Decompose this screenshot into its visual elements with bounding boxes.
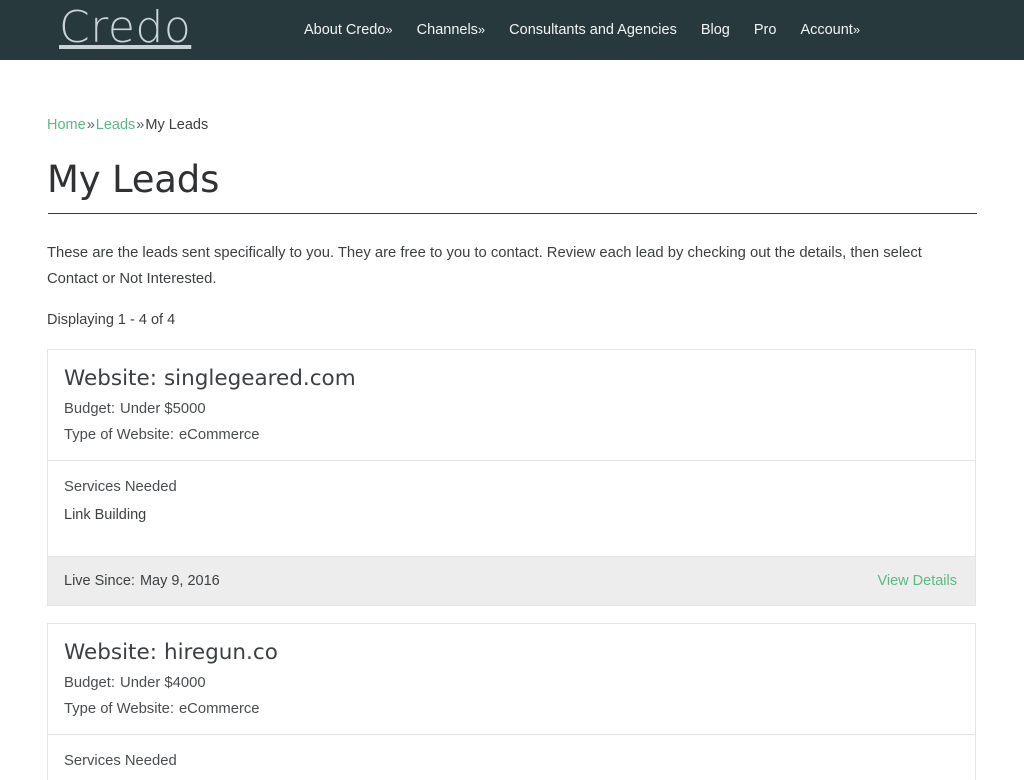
lead-card: Website: hiregun.co Budget: Under $4000 Ty… bbox=[47, 623, 976, 780]
type-of-website-value: eCommerce bbox=[178, 701, 260, 717]
live-since: Live Since: May 9, 2016 bbox=[64, 570, 220, 592]
page-intro-text: These are the leads sent specifically to… bbox=[47, 245, 922, 287]
lead-services-section: Services Needed Link Building bbox=[48, 460, 975, 556]
breadcrumb-link-leads[interactable]: Leads bbox=[96, 117, 136, 133]
breadcrumb-current: My Leads bbox=[145, 117, 209, 133]
type-of-website-value: eCommerce bbox=[178, 427, 260, 443]
lead-website: Website: singlegeared.com bbox=[64, 364, 959, 394]
live-since-label: Live Since: bbox=[64, 573, 135, 589]
lead-card-footer: Live Since: May 9, 2016 View Details bbox=[48, 556, 975, 605]
lead-card-header: Website: hiregun.co Budget: Under $4000 Ty… bbox=[48, 624, 975, 734]
page-title: My Leads bbox=[47, 158, 220, 201]
chevron-double-right-icon: » bbox=[385, 22, 393, 37]
nav-item-blog[interactable]: Blog bbox=[689, 0, 742, 60]
website-label: Website: bbox=[64, 366, 157, 391]
type-of-website-label: Type of Website: bbox=[64, 701, 174, 717]
nav-item-consultants-and-agencies[interactable]: Consultants and Agencies bbox=[497, 0, 689, 60]
view-details-link[interactable]: View Details bbox=[877, 570, 957, 592]
title-divider bbox=[47, 213, 977, 214]
website-value: singlegeared.com bbox=[163, 366, 356, 391]
nav-item-account[interactable]: Account» bbox=[788, 0, 872, 60]
budget-label: Budget: bbox=[64, 401, 116, 417]
chevron-double-right-icon: » bbox=[477, 22, 486, 37]
service-item: Link Building bbox=[64, 507, 147, 523]
website-value: hiregun.co bbox=[163, 640, 278, 665]
breadcrumb-separator: » bbox=[136, 117, 145, 133]
page-content: Home»Leads»My Leads My Leads These are t… bbox=[0, 116, 1024, 780]
brand-logo[interactable]: Credo bbox=[59, 0, 191, 58]
type-of-website-label: Type of Website: bbox=[64, 427, 174, 443]
budget-value: Under $5000 bbox=[120, 401, 206, 417]
lead-card: Website: singlegeared.com Budget: Under $5… bbox=[47, 349, 976, 606]
lead-services-section: Services Needed SEO bbox=[48, 734, 975, 780]
nav-label: About Credo bbox=[304, 22, 386, 38]
lead-type-of-website: Type of Website: eCommerce bbox=[64, 424, 959, 446]
lead-website: Website: hiregun.co bbox=[64, 638, 959, 668]
breadcrumb-link-home[interactable]: Home bbox=[47, 117, 86, 133]
results-count: Displaying 1 - 4 of 4 bbox=[47, 312, 176, 328]
breadcrumb-separator: » bbox=[86, 117, 95, 133]
site-header: Credo About Credo» Channels» Consultants… bbox=[0, 0, 1024, 60]
website-label: Website: bbox=[64, 640, 157, 665]
nav-label: Blog bbox=[700, 22, 730, 38]
breadcrumb: Home»Leads»My Leads bbox=[47, 116, 977, 134]
chevron-double-right-icon: » bbox=[852, 22, 861, 37]
services-needed-label: Services Needed bbox=[64, 479, 177, 495]
lead-budget: Budget: Under $4000 bbox=[64, 672, 959, 694]
lead-card-header: Website: singlegeared.com Budget: Under $5… bbox=[48, 350, 975, 460]
nav-item-channels[interactable]: Channels» bbox=[405, 0, 498, 60]
lead-list: Website: singlegeared.com Budget: Under $5… bbox=[47, 349, 977, 780]
main-navigation: About Credo» Channels» Consultants and A… bbox=[292, 0, 872, 60]
services-needed-label: Services Needed bbox=[64, 753, 177, 769]
nav-item-about-credo[interactable]: About Credo» bbox=[292, 0, 405, 60]
lead-type-of-website: Type of Website: eCommerce bbox=[64, 698, 959, 720]
lead-budget: Budget: Under $5000 bbox=[64, 398, 959, 420]
nav-label: Channels bbox=[416, 22, 478, 38]
budget-value: Under $4000 bbox=[120, 675, 206, 691]
live-since-value: May 9, 2016 bbox=[139, 573, 220, 589]
nav-label: Consultants and Agencies bbox=[509, 22, 677, 38]
nav-label: Account bbox=[800, 22, 853, 38]
nav-item-pro[interactable]: Pro bbox=[742, 0, 789, 60]
nav-label: Pro bbox=[753, 22, 777, 38]
budget-label: Budget: bbox=[64, 675, 116, 691]
